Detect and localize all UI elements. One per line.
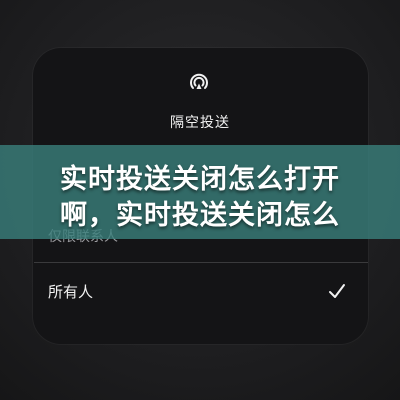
panel-title: 隔空投送 [170,115,230,131]
airdrop-icon [190,73,208,89]
checkmark-icon [329,284,345,298]
option-everyone[interactable]: 所有人 [34,268,368,314]
banner-line-1: 实时投送关闭怎么打开 [60,164,340,195]
overlay-banner: 实时投送关闭怎么打开 啊，实时投送关闭怎么 [0,145,400,239]
banner-line-2: 啊，实时投送关闭怎么 [60,200,340,231]
option-everyone-label: 所有人 [48,282,94,301]
divider [34,262,368,263]
